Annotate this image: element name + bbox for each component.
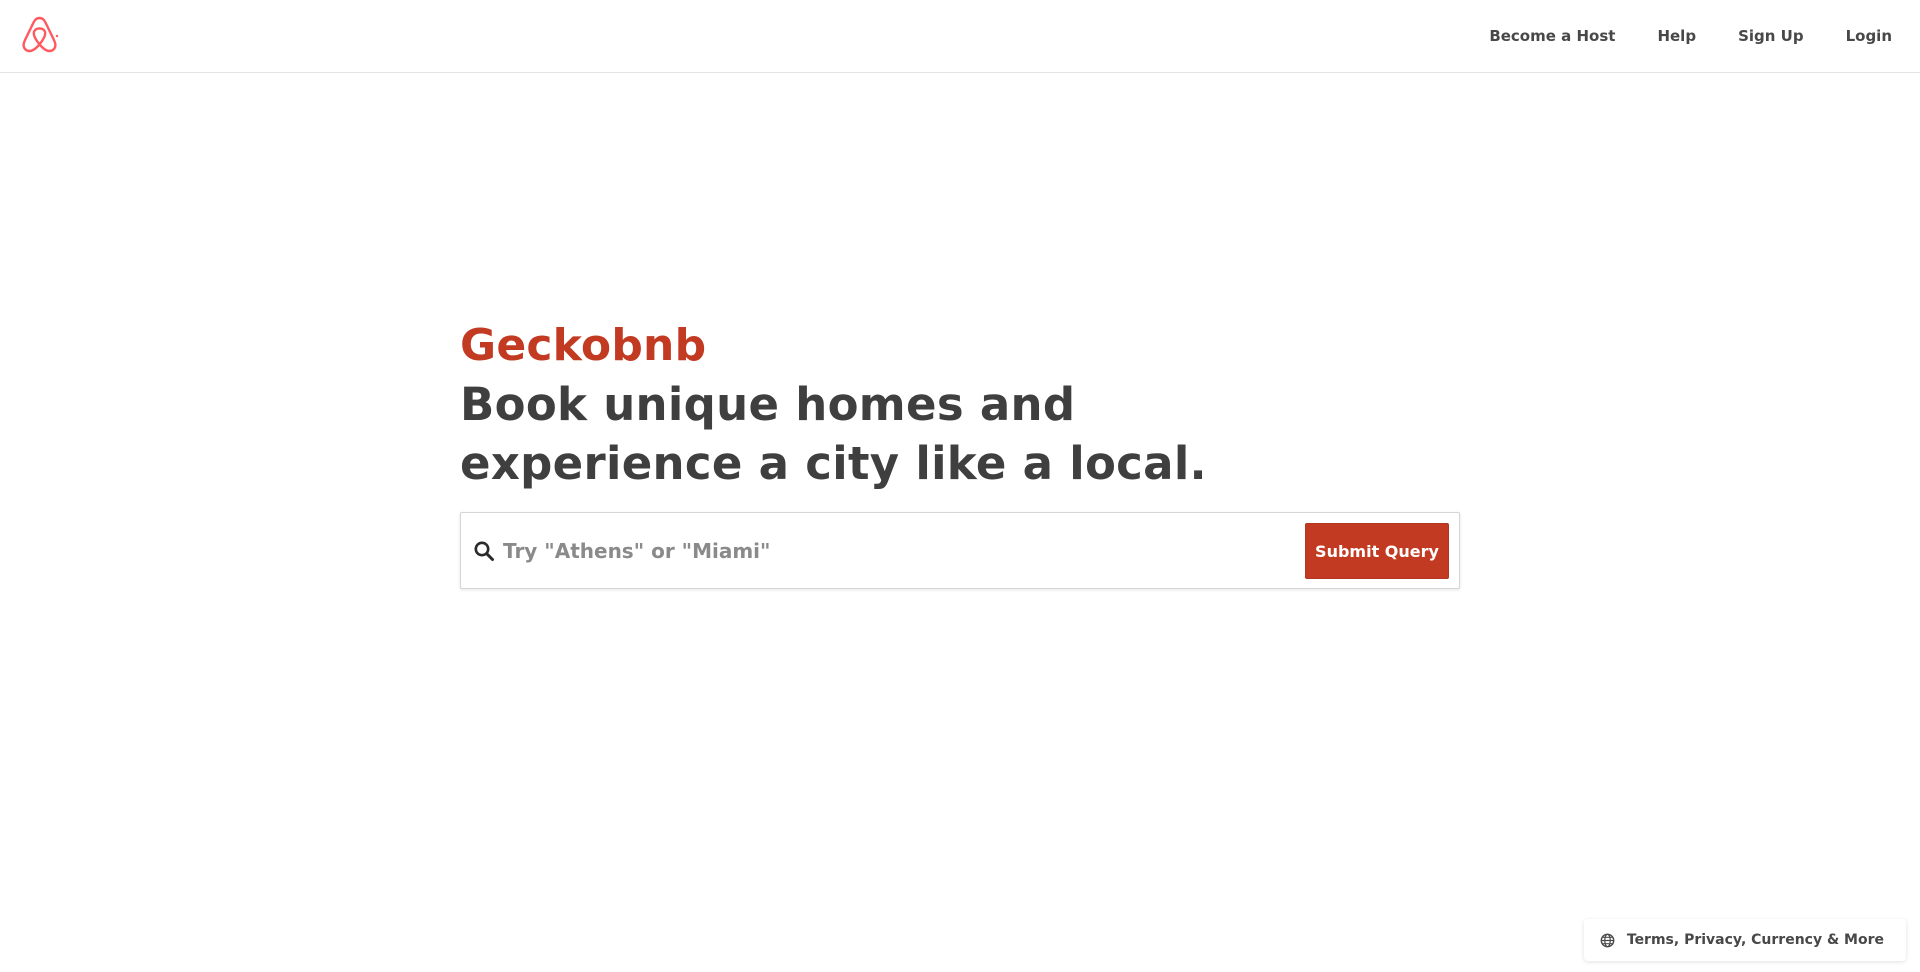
page: Become a Host Help Sign Up Login Geckobn… <box>0 0 1920 972</box>
nav-sign-up[interactable]: Sign Up <box>1717 0 1825 72</box>
footer-links-label: Terms, Privacy, Currency & More <box>1626 932 1884 948</box>
search-form: Submit Query <box>460 512 1460 589</box>
nav-help[interactable]: Help <box>1636 0 1717 72</box>
airbnb-belo-logo-icon <box>22 16 59 53</box>
nav-become-a-host[interactable]: Become a Host <box>1468 0 1636 72</box>
top-header: Become a Host Help Sign Up Login <box>0 0 1920 73</box>
tagline-line-1: Book unique homes and <box>460 378 1076 431</box>
search-input[interactable] <box>503 527 1323 575</box>
hero-section: Geckobnb Book unique homes and experienc… <box>460 317 1460 493</box>
nav-login[interactable]: Login <box>1825 0 1920 72</box>
search-icon <box>473 540 495 562</box>
globe-icon <box>1600 933 1615 948</box>
brand-title: Geckobnb <box>460 320 707 371</box>
top-nav: Become a Host Help Sign Up Login <box>1468 0 1920 72</box>
hero-tagline: Book unique homes and experience a city … <box>460 375 1240 493</box>
footer-links-button[interactable]: Terms, Privacy, Currency & More <box>1583 919 1906 961</box>
logo-icon[interactable] <box>18 14 61 54</box>
tagline-line-2: experience a city like a local. <box>460 437 1207 490</box>
submit-query-button[interactable]: Submit Query <box>1305 523 1449 579</box>
